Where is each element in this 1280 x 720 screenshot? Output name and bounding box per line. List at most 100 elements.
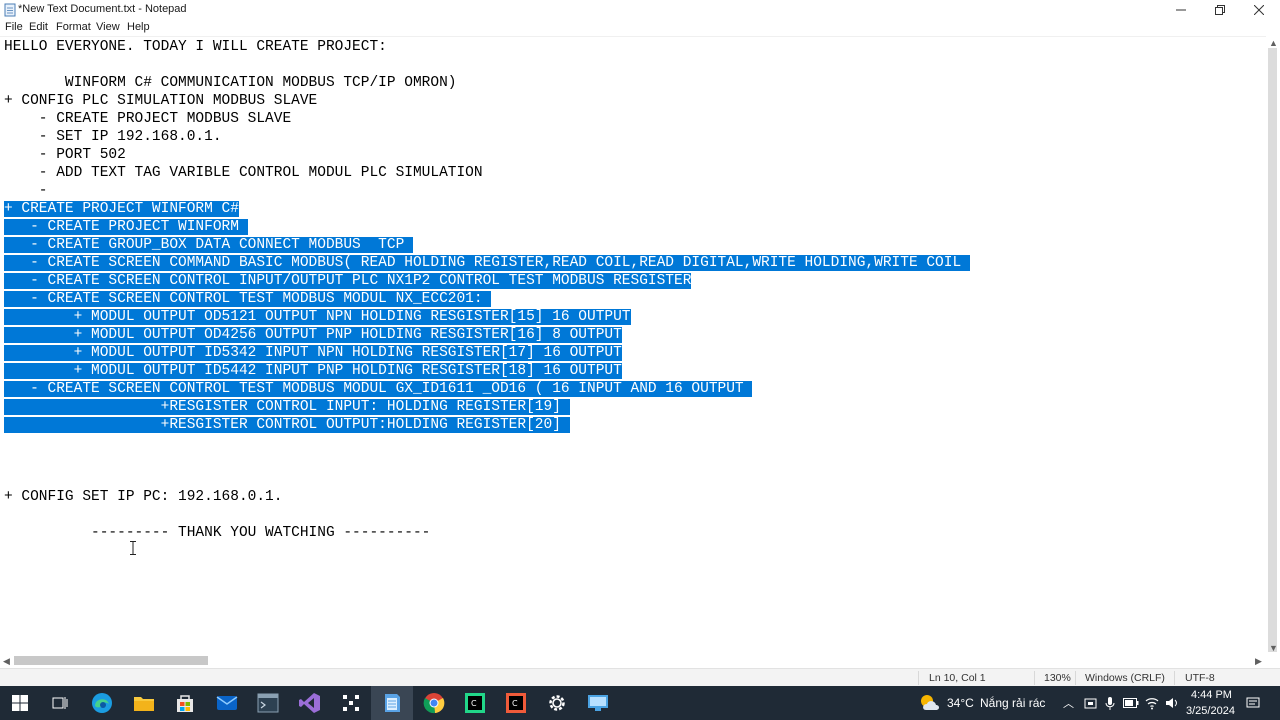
security-icon[interactable] xyxy=(1084,697,1097,710)
notepad-app-icon xyxy=(4,3,16,17)
status-bar: Ln 10, Col 1 130% Windows (CRLF) UTF-8 xyxy=(0,668,1280,687)
scroll-left-arrow-icon[interactable]: ◀ xyxy=(3,656,10,667)
line-ending: Windows (CRLF) xyxy=(1085,672,1165,684)
minimize-button[interactable] xyxy=(1161,0,1200,20)
notepad-icon[interactable] xyxy=(379,690,405,716)
text-line: --------- THANK YOU WATCHING ---------- xyxy=(4,524,430,542)
text-line: + MODUL OUTPUT OD4256 OUTPUT PNP HOLDING… xyxy=(4,326,622,344)
scroll-right-arrow-icon[interactable]: ▶ xyxy=(1255,656,1262,667)
text-line: - CREATE SCREEN CONTROL INPUT/OUTPUT PLC… xyxy=(4,272,692,290)
text-line: - CREATE SCREEN COMMAND BASIC MODBUS( RE… xyxy=(4,254,970,272)
text-cursor-icon xyxy=(130,541,136,555)
weather-temp[interactable]: 34°C xyxy=(947,696,974,710)
microphone-icon[interactable] xyxy=(1105,696,1115,711)
weather-cloud-sun-icon[interactable] xyxy=(918,693,942,713)
widgets-app-icon[interactable] xyxy=(338,690,364,716)
text-line: - CREATE SCREEN CONTROL TEST MODBUS MODU… xyxy=(4,380,753,398)
mail-icon[interactable] xyxy=(214,690,240,716)
menu-edit[interactable]: Edit xyxy=(29,21,48,33)
text-line: + CREATE PROJECT WINFORM C# xyxy=(4,200,239,218)
text-editor[interactable]: HELLO EVERYONE. TODAY I WILL CREATE PROJ… xyxy=(0,36,1266,655)
menu-file[interactable]: File xyxy=(5,21,23,33)
vertical-scroll-thumb[interactable] xyxy=(1268,48,1277,652)
restore-icon xyxy=(1214,5,1225,15)
selected-text: + MODUL OUTPUT ID5442 INPUT PNP HOLDING … xyxy=(4,363,622,379)
clock-date[interactable]: 3/25/2024 xyxy=(1186,705,1235,717)
selected-text: +RESGISTER CONTROL INPUT: HOLDING REGIST… xyxy=(4,399,570,415)
selected-text: +RESGISTER CONTROL OUTPUT:HOLDING REGIST… xyxy=(4,417,570,433)
volume-icon[interactable] xyxy=(1165,696,1179,710)
status-divider xyxy=(1034,671,1035,685)
line-text: WINFORM C# COMMUNICATION MODBUS TCP/IP O… xyxy=(4,75,457,91)
chevron-up-icon[interactable]: ︿ xyxy=(1063,695,1074,711)
notifications-icon[interactable] xyxy=(1246,696,1260,710)
line-text: + CONFIG SET IP PC: 192.168.0.1. xyxy=(4,489,283,505)
battery-icon[interactable] xyxy=(1123,698,1139,708)
terminal-app-icon[interactable] xyxy=(255,690,281,716)
text-line: WINFORM C# COMMUNICATION MODBUS TCP/IP O… xyxy=(4,74,457,92)
selected-text: + MODUL OUTPUT OD5121 OUTPUT NPN HOLDING… xyxy=(4,309,631,325)
weather-desc[interactable]: Nắng rải rác xyxy=(980,696,1045,710)
text-line: + CONFIG SET IP PC: 192.168.0.1. xyxy=(4,488,282,506)
text-line: - CREATE SCREEN CONTROL TEST MODBUS MODU… xyxy=(4,290,492,308)
line-text: + CONFIG PLC SIMULATION MODBUS SLAVE xyxy=(4,93,318,109)
text-line: HELLO EVERYONE. TODAY I WILL CREATE PROJ… xyxy=(4,38,387,56)
edge-icon[interactable] xyxy=(89,690,115,716)
text-line: + MODUL OUTPUT ID5442 INPUT PNP HOLDING … xyxy=(4,362,622,380)
line-text: HELLO EVERYONE. TODAY I WILL CREATE PROJ… xyxy=(4,39,387,55)
encoding: UTF-8 xyxy=(1185,672,1215,684)
line-text: --------- THANK YOU WATCHING ---------- xyxy=(4,525,431,541)
menu-view[interactable]: View xyxy=(96,21,120,33)
minimize-icon xyxy=(1175,9,1186,11)
selected-text: - CREATE GROUP_BOX DATA CONNECT MODBUS T… xyxy=(4,237,413,253)
clion-icon[interactable]: C xyxy=(462,690,488,716)
clock-time[interactable]: 4:44 PM xyxy=(1191,689,1232,701)
cursor-position: Ln 10, Col 1 xyxy=(929,672,986,684)
visual-studio-icon[interactable] xyxy=(297,690,323,716)
horizontal-scroll-thumb[interactable] xyxy=(14,656,208,665)
menu-format[interactable]: Format xyxy=(56,21,91,33)
status-divider xyxy=(918,671,919,685)
status-divider xyxy=(1174,671,1175,685)
windows-start-icon[interactable] xyxy=(7,690,33,716)
close-button[interactable] xyxy=(1239,0,1278,20)
task-view-icon[interactable] xyxy=(47,690,73,716)
text-line: +RESGISTER CONTROL INPUT: HOLDING REGIST… xyxy=(4,398,570,416)
text-line: - SET IP 192.168.0.1. xyxy=(4,128,222,146)
wifi-icon[interactable] xyxy=(1145,696,1159,710)
selected-text: - CREATE SCREEN CONTROL TEST MODBUS MODU… xyxy=(4,381,753,397)
text-line: + MODUL OUTPUT ID5342 INPUT NPN HOLDING … xyxy=(4,344,622,362)
scroll-up-arrow-icon[interactable]: ▲ xyxy=(1269,38,1278,48)
selected-text: + CREATE PROJECT WINFORM C# xyxy=(4,201,239,217)
selected-text: - CREATE SCREEN CONTROL INPUT/OUTPUT PLC… xyxy=(4,273,692,289)
ide-app-icon[interactable]: C xyxy=(503,690,529,716)
text-line: + MODUL OUTPUT OD5121 OUTPUT NPN HOLDING… xyxy=(4,308,631,326)
remote-desktop-icon[interactable] xyxy=(585,690,611,716)
zoom-level: 130% xyxy=(1044,672,1071,684)
status-divider xyxy=(1075,671,1076,685)
selected-text: - CREATE SCREEN COMMAND BASIC MODBUS( RE… xyxy=(4,255,970,271)
text-line: - CREATE GROUP_BOX DATA CONNECT MODBUS T… xyxy=(4,236,413,254)
line-text: - PORT 502 xyxy=(4,147,126,163)
line-text: - xyxy=(4,183,48,199)
text-line: - PORT 502 xyxy=(4,146,126,164)
settings-icon[interactable] xyxy=(544,690,570,716)
text-line: - CREATE PROJECT MODBUS SLAVE xyxy=(4,110,291,128)
chrome-icon[interactable] xyxy=(421,690,447,716)
line-text: - CREATE PROJECT MODBUS SLAVE xyxy=(4,111,292,127)
selected-text: + MODUL OUTPUT ID5342 INPUT NPN HOLDING … xyxy=(4,345,622,361)
text-line: + CONFIG PLC SIMULATION MODBUS SLAVE xyxy=(4,92,317,110)
file-explorer-icon[interactable] xyxy=(131,690,157,716)
maximize-button[interactable] xyxy=(1200,0,1239,20)
scroll-down-arrow-icon[interactable]: ▼ xyxy=(1269,643,1278,653)
microsoft-store-icon[interactable] xyxy=(172,690,198,716)
menu-help[interactable]: Help xyxy=(127,21,150,33)
close-icon xyxy=(1253,5,1264,15)
text-line: - CREATE PROJECT WINFORM xyxy=(4,218,248,236)
menu-bar: File Edit Format View Help xyxy=(0,20,1280,36)
line-text: - SET IP 192.168.0.1. xyxy=(4,129,222,145)
title-bar: *New Text Document.txt - Notepad xyxy=(0,0,1280,20)
text-line: - ADD TEXT TAG VARIBLE CONTROL MODUL PLC… xyxy=(4,164,483,182)
selected-text: - CREATE SCREEN CONTROL TEST MODBUS MODU… xyxy=(4,291,492,307)
window-title: *New Text Document.txt - Notepad xyxy=(18,3,187,15)
